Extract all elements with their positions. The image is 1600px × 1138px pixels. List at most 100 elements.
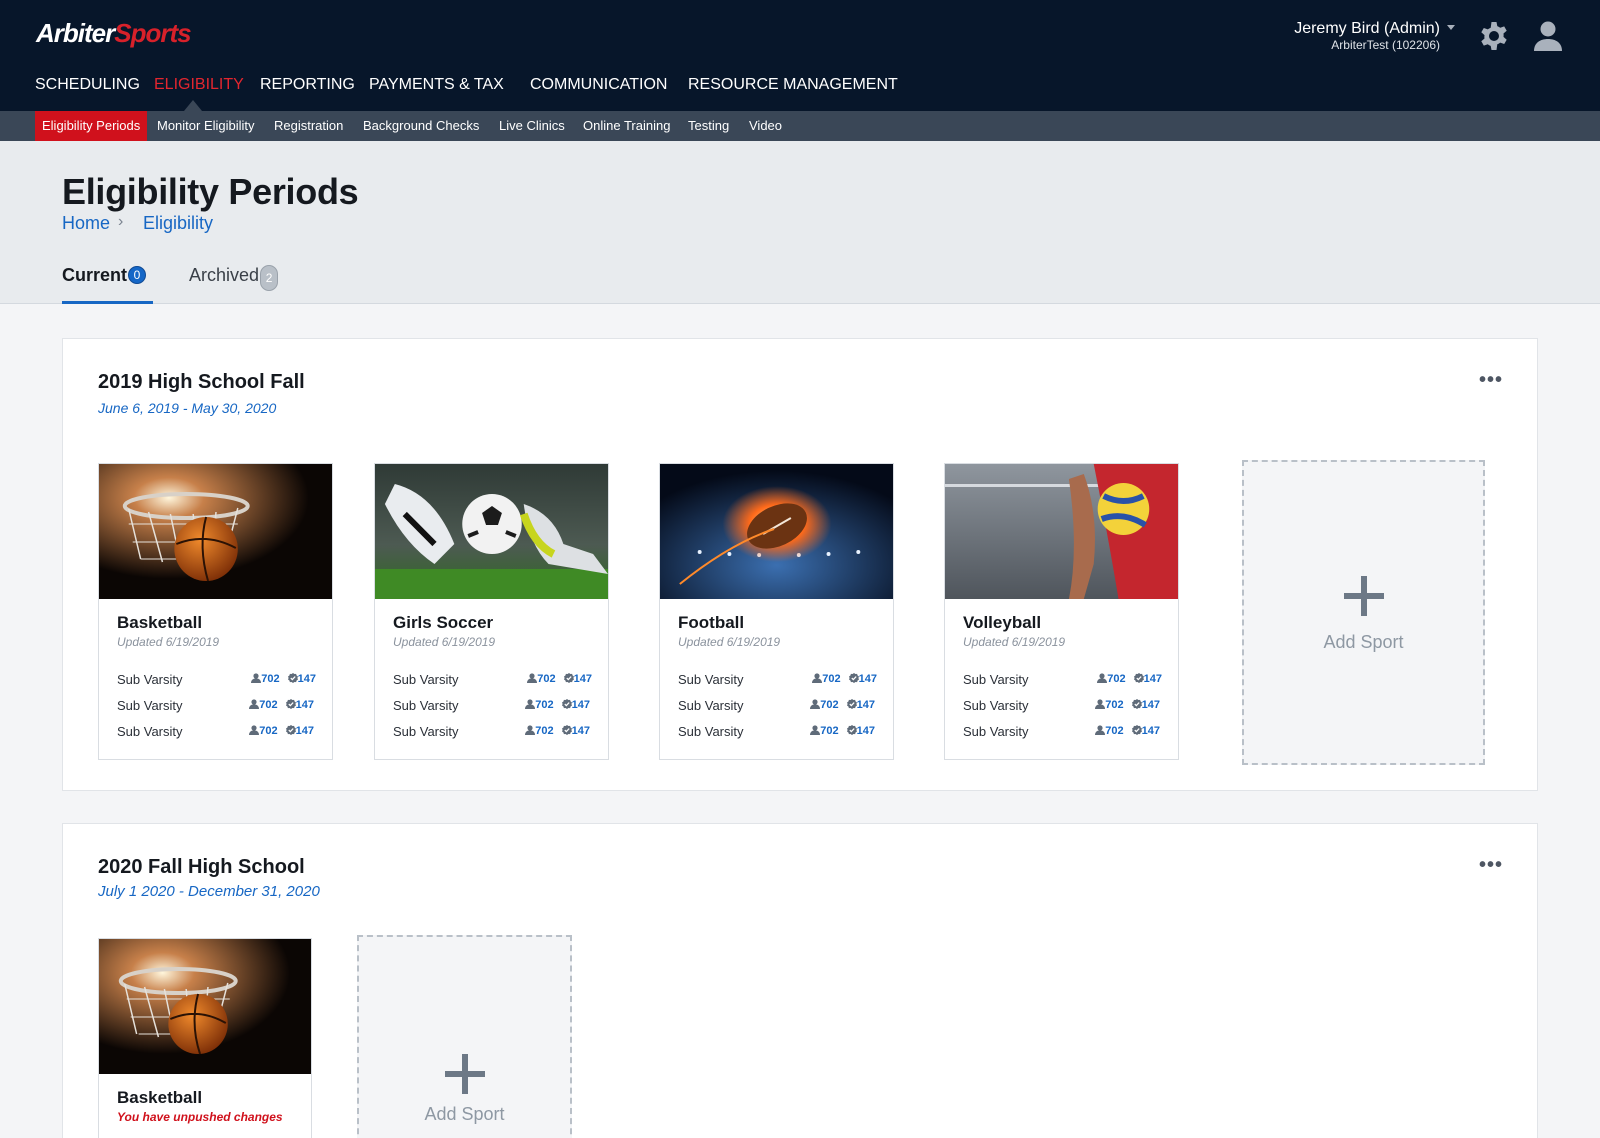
- level-row[interactable]: Sub Varsity 702 147: [393, 672, 592, 688]
- sport-name: Basketball: [117, 613, 203, 632]
- user-icon: [525, 699, 535, 709]
- verified-icon: [564, 673, 574, 683]
- gear-icon[interactable]: [1478, 20, 1510, 52]
- sport-card-girls-soccer[interactable]: Girls Soccer Updated 6/19/2019 Sub Varsi…: [374, 463, 609, 760]
- level-row[interactable]: Sub Varsity 702 147: [117, 698, 314, 714]
- user-icon: [249, 725, 259, 735]
- tab-archived[interactable]: Archived 2: [189, 265, 279, 304]
- level-row[interactable]: Sub Varsity 702 147: [963, 724, 1160, 740]
- sport-name: Girls Soccer: [393, 613, 494, 632]
- user-avatar-icon[interactable]: [1533, 20, 1563, 52]
- more-options-icon[interactable]: •••: [1479, 369, 1503, 392]
- user-icon: [1097, 673, 1107, 683]
- user-icon: [525, 725, 535, 735]
- top-header: ArbiterSports Jeremy Bird (Admin) Arbite…: [0, 0, 1600, 111]
- verified-icon: [286, 725, 296, 735]
- level-row[interactable]: Sub Varsity 702 147: [678, 672, 877, 688]
- sport-name: Football: [678, 613, 745, 632]
- user-icon: [249, 699, 259, 709]
- subnav-monitor-eligibility[interactable]: Monitor Eligibility: [157, 111, 255, 141]
- tab-count-badge: 0: [128, 266, 147, 284]
- sport-updated: Updated 6/19/2019: [678, 635, 781, 649]
- eligibility-period-panel: 2020 Fall High School July 1 2020 - Dece…: [62, 823, 1538, 1138]
- level-row[interactable]: Sub Varsity 702 147: [393, 724, 590, 740]
- nav-resource-management[interactable]: RESOURCE MANAGEMENT: [688, 76, 898, 94]
- active-nav-pointer: [184, 100, 202, 111]
- user-icon: [810, 725, 820, 735]
- subnav-online-training[interactable]: Online Training: [583, 111, 670, 141]
- unpushed-changes-warning: You have unpushed changes: [117, 1110, 283, 1124]
- nav-communication[interactable]: COMMUNICATION: [530, 76, 667, 94]
- chevron-right-icon: ›: [118, 213, 124, 230]
- verified-icon: [286, 699, 296, 709]
- level-row[interactable]: Sub Varsity 702 147: [963, 698, 1160, 714]
- level-row[interactable]: Sub Varsity 702 147: [963, 672, 1162, 688]
- user-name: Jeremy Bird (Admin): [1294, 20, 1440, 37]
- verified-icon: [849, 673, 859, 683]
- sub-nav: Eligibility Periods Monitor Eligibility …: [0, 111, 1600, 141]
- sport-card-volleyball[interactable]: Volleyball Updated 6/19/2019 Sub Varsity…: [944, 463, 1179, 760]
- nav-payments-tax[interactable]: PAYMENTS & TAX: [369, 76, 504, 94]
- verified-icon: [562, 725, 572, 735]
- user-icon: [1095, 699, 1105, 709]
- verified-icon: [1132, 725, 1142, 735]
- sport-card-basketball[interactable]: Basketball Updated 6/19/2019 Sub Varsity…: [98, 463, 333, 760]
- user-icon: [1095, 725, 1105, 735]
- user-org: ArbiterTest (102206): [1331, 38, 1440, 52]
- sport-card-football[interactable]: Football Updated 6/19/2019 Sub Varsity 7…: [659, 463, 894, 760]
- period-dates: July 1 2020 - December 31, 2020: [98, 883, 320, 900]
- eligibility-period-panel: 2019 High School Fall June 6, 2019 - May…: [62, 338, 1538, 791]
- subnav-background-checks[interactable]: Background Checks: [363, 111, 479, 141]
- subnav-live-clinics[interactable]: Live Clinics: [499, 111, 565, 141]
- arbitersports-logo[interactable]: ArbiterSports: [36, 18, 192, 49]
- plus-icon: [1343, 576, 1384, 616]
- verified-icon: [288, 673, 298, 683]
- nav-scheduling[interactable]: SCHEDULING: [35, 76, 140, 94]
- verified-icon: [562, 699, 572, 709]
- football-photo-icon: [660, 464, 893, 599]
- user-menu[interactable]: Jeremy Bird (Admin) ArbiterTest (102206): [1294, 19, 1440, 52]
- sport-card-basketball[interactable]: Basketball You have unpushed changes: [98, 938, 312, 1138]
- add-sport-button[interactable]: Add Sport: [357, 935, 572, 1138]
- user-icon: [810, 699, 820, 709]
- user-icon: [812, 673, 822, 683]
- level-row[interactable]: Sub Varsity 702 147: [678, 698, 875, 714]
- sport-name: Basketball: [117, 1088, 203, 1107]
- subnav-eligibility-periods[interactable]: Eligibility Periods: [35, 111, 148, 141]
- verified-icon: [847, 725, 857, 735]
- level-row[interactable]: Sub Varsity 702 147: [678, 724, 875, 740]
- page-head: Eligibility Periods Home › Eligibility C…: [0, 141, 1600, 304]
- subnav-registration[interactable]: Registration: [274, 111, 343, 141]
- soccer-photo-icon: [375, 464, 608, 599]
- volleyball-photo-icon: [945, 464, 1178, 599]
- tab-current[interactable]: Current 0: [62, 265, 153, 304]
- level-row[interactable]: Sub Varsity 702 147: [393, 698, 590, 714]
- subnav-testing[interactable]: Testing: [688, 111, 729, 141]
- breadcrumb-eligibility[interactable]: Eligibility: [143, 213, 213, 234]
- sport-updated: Updated 6/19/2019: [117, 635, 220, 649]
- more-options-icon[interactable]: •••: [1479, 854, 1503, 877]
- subnav-video[interactable]: Video: [749, 111, 782, 141]
- verified-icon: [1134, 673, 1144, 683]
- sport-name: Volleyball: [963, 613, 1042, 632]
- basketball-photo-icon: [99, 464, 332, 599]
- period-title: 2019 High School Fall: [98, 371, 305, 393]
- breadcrumb-home[interactable]: Home: [62, 213, 110, 234]
- user-icon: [527, 673, 537, 683]
- level-row[interactable]: Sub Varsity 702 147: [117, 672, 316, 688]
- nav-eligibility[interactable]: ELIGIBILITY: [154, 76, 244, 94]
- nav-reporting[interactable]: REPORTING: [260, 76, 355, 94]
- sport-updated: Updated 6/19/2019: [393, 635, 496, 649]
- chevron-down-icon[interactable]: [1447, 25, 1455, 30]
- tab-count-badge: 2: [260, 265, 279, 291]
- level-row[interactable]: Sub Varsity 702 147: [117, 724, 314, 740]
- add-sport-button[interactable]: Add Sport: [1242, 460, 1485, 765]
- verified-icon: [1132, 699, 1142, 709]
- user-icon: [251, 673, 261, 683]
- sport-updated: Updated 6/19/2019: [963, 635, 1066, 649]
- plus-icon: [444, 1054, 485, 1094]
- basketball-photo-icon: [99, 939, 311, 1074]
- page-title: Eligibility Periods: [62, 171, 359, 212]
- period-dates: June 6, 2019 - May 30, 2020: [98, 400, 277, 416]
- period-title: 2020 Fall High School: [98, 856, 305, 878]
